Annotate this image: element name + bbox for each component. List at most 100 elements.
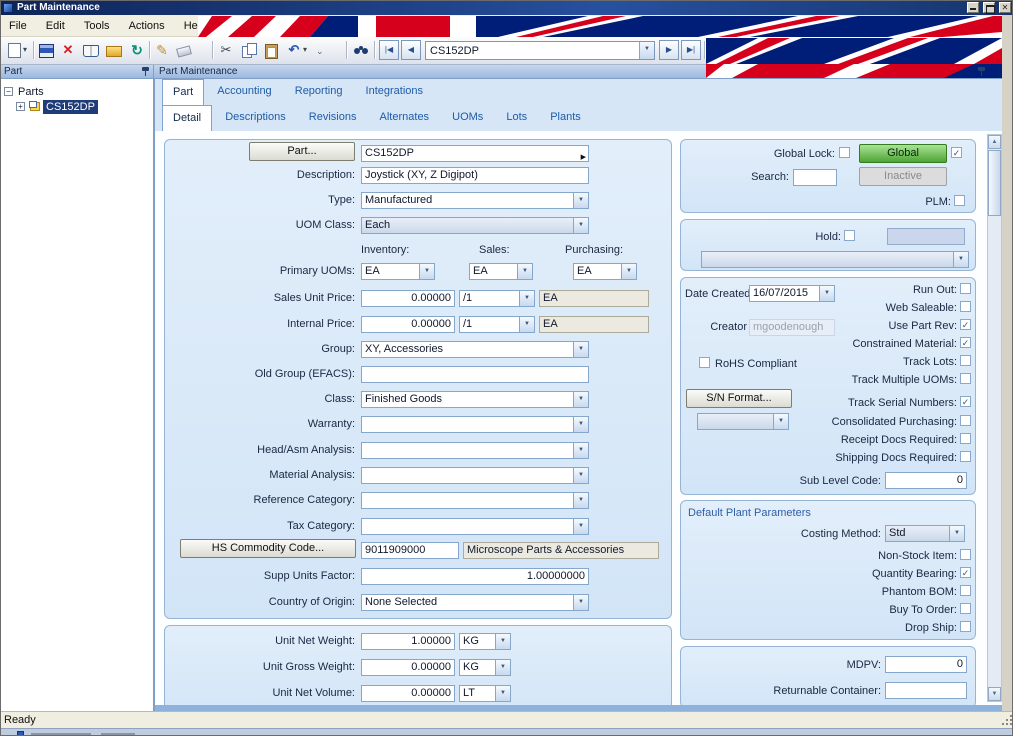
dropdown-arrow-icon[interactable]: [573, 493, 588, 508]
returnable-container-field[interactable]: [885, 682, 967, 699]
dropdown-arrow-icon[interactable]: [495, 660, 510, 675]
tree-root-label[interactable]: Parts: [18, 85, 44, 99]
scrollbar-thumb[interactable]: [988, 150, 1001, 216]
tab-lots[interactable]: Lots: [496, 105, 537, 131]
sales-unit-price-per-combo[interactable]: /1: [459, 290, 535, 307]
tree-node-parts[interactable]: Parts: [1, 85, 154, 99]
warranty-combo[interactable]: [361, 416, 589, 433]
dropdown-arrow-icon[interactable]: [519, 317, 534, 332]
save-icon[interactable]: [36, 40, 56, 60]
plm-checkbox[interactable]: [954, 195, 965, 206]
pin-icon[interactable]: [141, 66, 150, 78]
dropdown-arrow-icon[interactable]: [949, 526, 964, 541]
buy-to-order-checkbox[interactable]: [960, 603, 971, 614]
receipt-docs-required-checkbox[interactable]: [960, 433, 971, 444]
book-icon[interactable]: [81, 40, 101, 60]
class-combo[interactable]: Finished Goods: [361, 391, 589, 408]
group-combo[interactable]: XY, Accessories: [361, 341, 589, 358]
close-button[interactable]: [999, 2, 1011, 13]
eraser-icon[interactable]: [174, 40, 194, 60]
tab-reporting[interactable]: Reporting: [285, 79, 353, 105]
head-asm-analysis-combo[interactable]: [361, 442, 589, 459]
dropdown-arrow-icon[interactable]: [519, 291, 534, 306]
dropdown-arrow-icon[interactable]: [419, 264, 434, 279]
tab-descriptions[interactable]: Descriptions: [215, 105, 296, 131]
unit-net-weight-uom-combo[interactable]: KG: [459, 633, 511, 650]
next-record-icon[interactable]: [659, 40, 679, 60]
toolbar-overflow-chevron-icon[interactable]: [316, 45, 326, 57]
tab-part[interactable]: Part: [162, 79, 204, 105]
window-titlebar[interactable]: Part Maintenance: [1, 1, 1013, 15]
costing-method-combo[interactable]: Std: [885, 525, 965, 542]
quantity-bearing-checkbox[interactable]: ✓: [960, 567, 971, 578]
global-button[interactable]: Global: [859, 144, 947, 163]
refresh-icon[interactable]: [127, 40, 147, 60]
menu-file[interactable]: File: [1, 15, 35, 37]
mdpv-field[interactable]: 0: [885, 656, 967, 673]
non-stock-item-checkbox[interactable]: [960, 549, 971, 560]
primary-uom-purchasing-combo[interactable]: EA: [573, 263, 637, 280]
unit-net-volume-field[interactable]: 0.00000: [361, 685, 455, 702]
hs-commodity-code-field[interactable]: 9011909000: [361, 542, 459, 559]
maximize-button[interactable]: [983, 2, 995, 13]
pin-icon[interactable]: [977, 66, 986, 78]
unit-gross-weight-field[interactable]: 0.00000: [361, 659, 455, 676]
run-out-checkbox[interactable]: [960, 283, 971, 294]
country-of-origin-combo[interactable]: None Selected: [361, 594, 589, 611]
new-dropdown-icon[interactable]: [23, 43, 32, 57]
record-combo[interactable]: CS152DP: [425, 41, 655, 60]
dropdown-arrow-icon[interactable]: [517, 264, 532, 279]
sales-unit-price-field[interactable]: 0.00000: [361, 290, 455, 307]
track-lots-checkbox[interactable]: [960, 355, 971, 366]
supp-units-factor-field[interactable]: 1.00000000: [361, 568, 589, 585]
scroll-up-icon[interactable]: [988, 135, 1001, 149]
resize-grip[interactable]: [1000, 713, 1012, 725]
scroll-down-icon[interactable]: [988, 687, 1001, 701]
dropdown-arrow-icon[interactable]: [573, 443, 588, 458]
dropdown-arrow-icon[interactable]: [495, 634, 510, 649]
unit-gross-weight-uom-combo[interactable]: KG: [459, 659, 511, 676]
part-button[interactable]: Part...: [249, 142, 355, 161]
undo-dropdown-icon[interactable]: [303, 43, 312, 57]
tab-detail[interactable]: Detail: [162, 105, 212, 131]
dropdown-arrow-icon[interactable]: [621, 264, 636, 279]
primary-uom-inventory-combo[interactable]: EA: [361, 263, 435, 280]
track-multiple-uoms-checkbox[interactable]: [960, 373, 971, 384]
track-serial-numbers-checkbox[interactable]: ✓: [960, 396, 971, 407]
dropdown-arrow-icon[interactable]: [573, 417, 588, 432]
internal-price-per-combo[interactable]: /1: [459, 316, 535, 333]
phantom-bom-checkbox[interactable]: [960, 585, 971, 596]
cut-icon[interactable]: [216, 40, 236, 60]
tab-revisions[interactable]: Revisions: [299, 105, 367, 131]
dropdown-arrow-icon[interactable]: [573, 595, 588, 610]
dropdown-arrow-icon[interactable]: [573, 342, 588, 357]
tree-selected-label[interactable]: CS152DP: [43, 100, 98, 114]
tree-collapse-icon[interactable]: [4, 87, 13, 96]
minimize-button[interactable]: [967, 2, 979, 13]
shipping-docs-required-checkbox[interactable]: [960, 451, 971, 462]
inactive-button[interactable]: Inactive: [859, 167, 947, 186]
record-combo-dropdown-icon[interactable]: [639, 42, 654, 59]
menu-actions[interactable]: Actions: [121, 15, 173, 37]
dropdown-arrow-icon[interactable]: [573, 519, 588, 534]
tax-category-combo[interactable]: [361, 518, 589, 535]
last-record-icon[interactable]: [681, 40, 701, 60]
dropdown-arrow-icon[interactable]: [953, 252, 968, 267]
delete-icon[interactable]: [58, 40, 78, 60]
dropdown-arrow-icon[interactable]: [573, 468, 588, 483]
global-lock-checkbox[interactable]: [839, 147, 850, 158]
description-field[interactable]: Joystick (XY, Z Digipot): [361, 167, 589, 184]
dropdown-arrow-icon[interactable]: [495, 686, 510, 701]
dropdown-arrow-icon[interactable]: [819, 286, 834, 301]
first-record-icon[interactable]: [379, 40, 399, 60]
tab-uoms[interactable]: UOMs: [442, 105, 493, 131]
tree-expand-icon[interactable]: [16, 102, 25, 111]
unit-net-weight-field[interactable]: 1.00000: [361, 633, 455, 650]
uom-class-combo[interactable]: Each: [361, 217, 589, 234]
search-input[interactable]: [793, 169, 837, 186]
menu-edit[interactable]: Edit: [38, 15, 73, 37]
dropdown-arrow-icon[interactable]: [573, 218, 588, 233]
pencil-icon[interactable]: [152, 40, 172, 60]
old-group-field[interactable]: [361, 366, 589, 383]
consolidated-purchasing-checkbox[interactable]: [960, 415, 971, 426]
